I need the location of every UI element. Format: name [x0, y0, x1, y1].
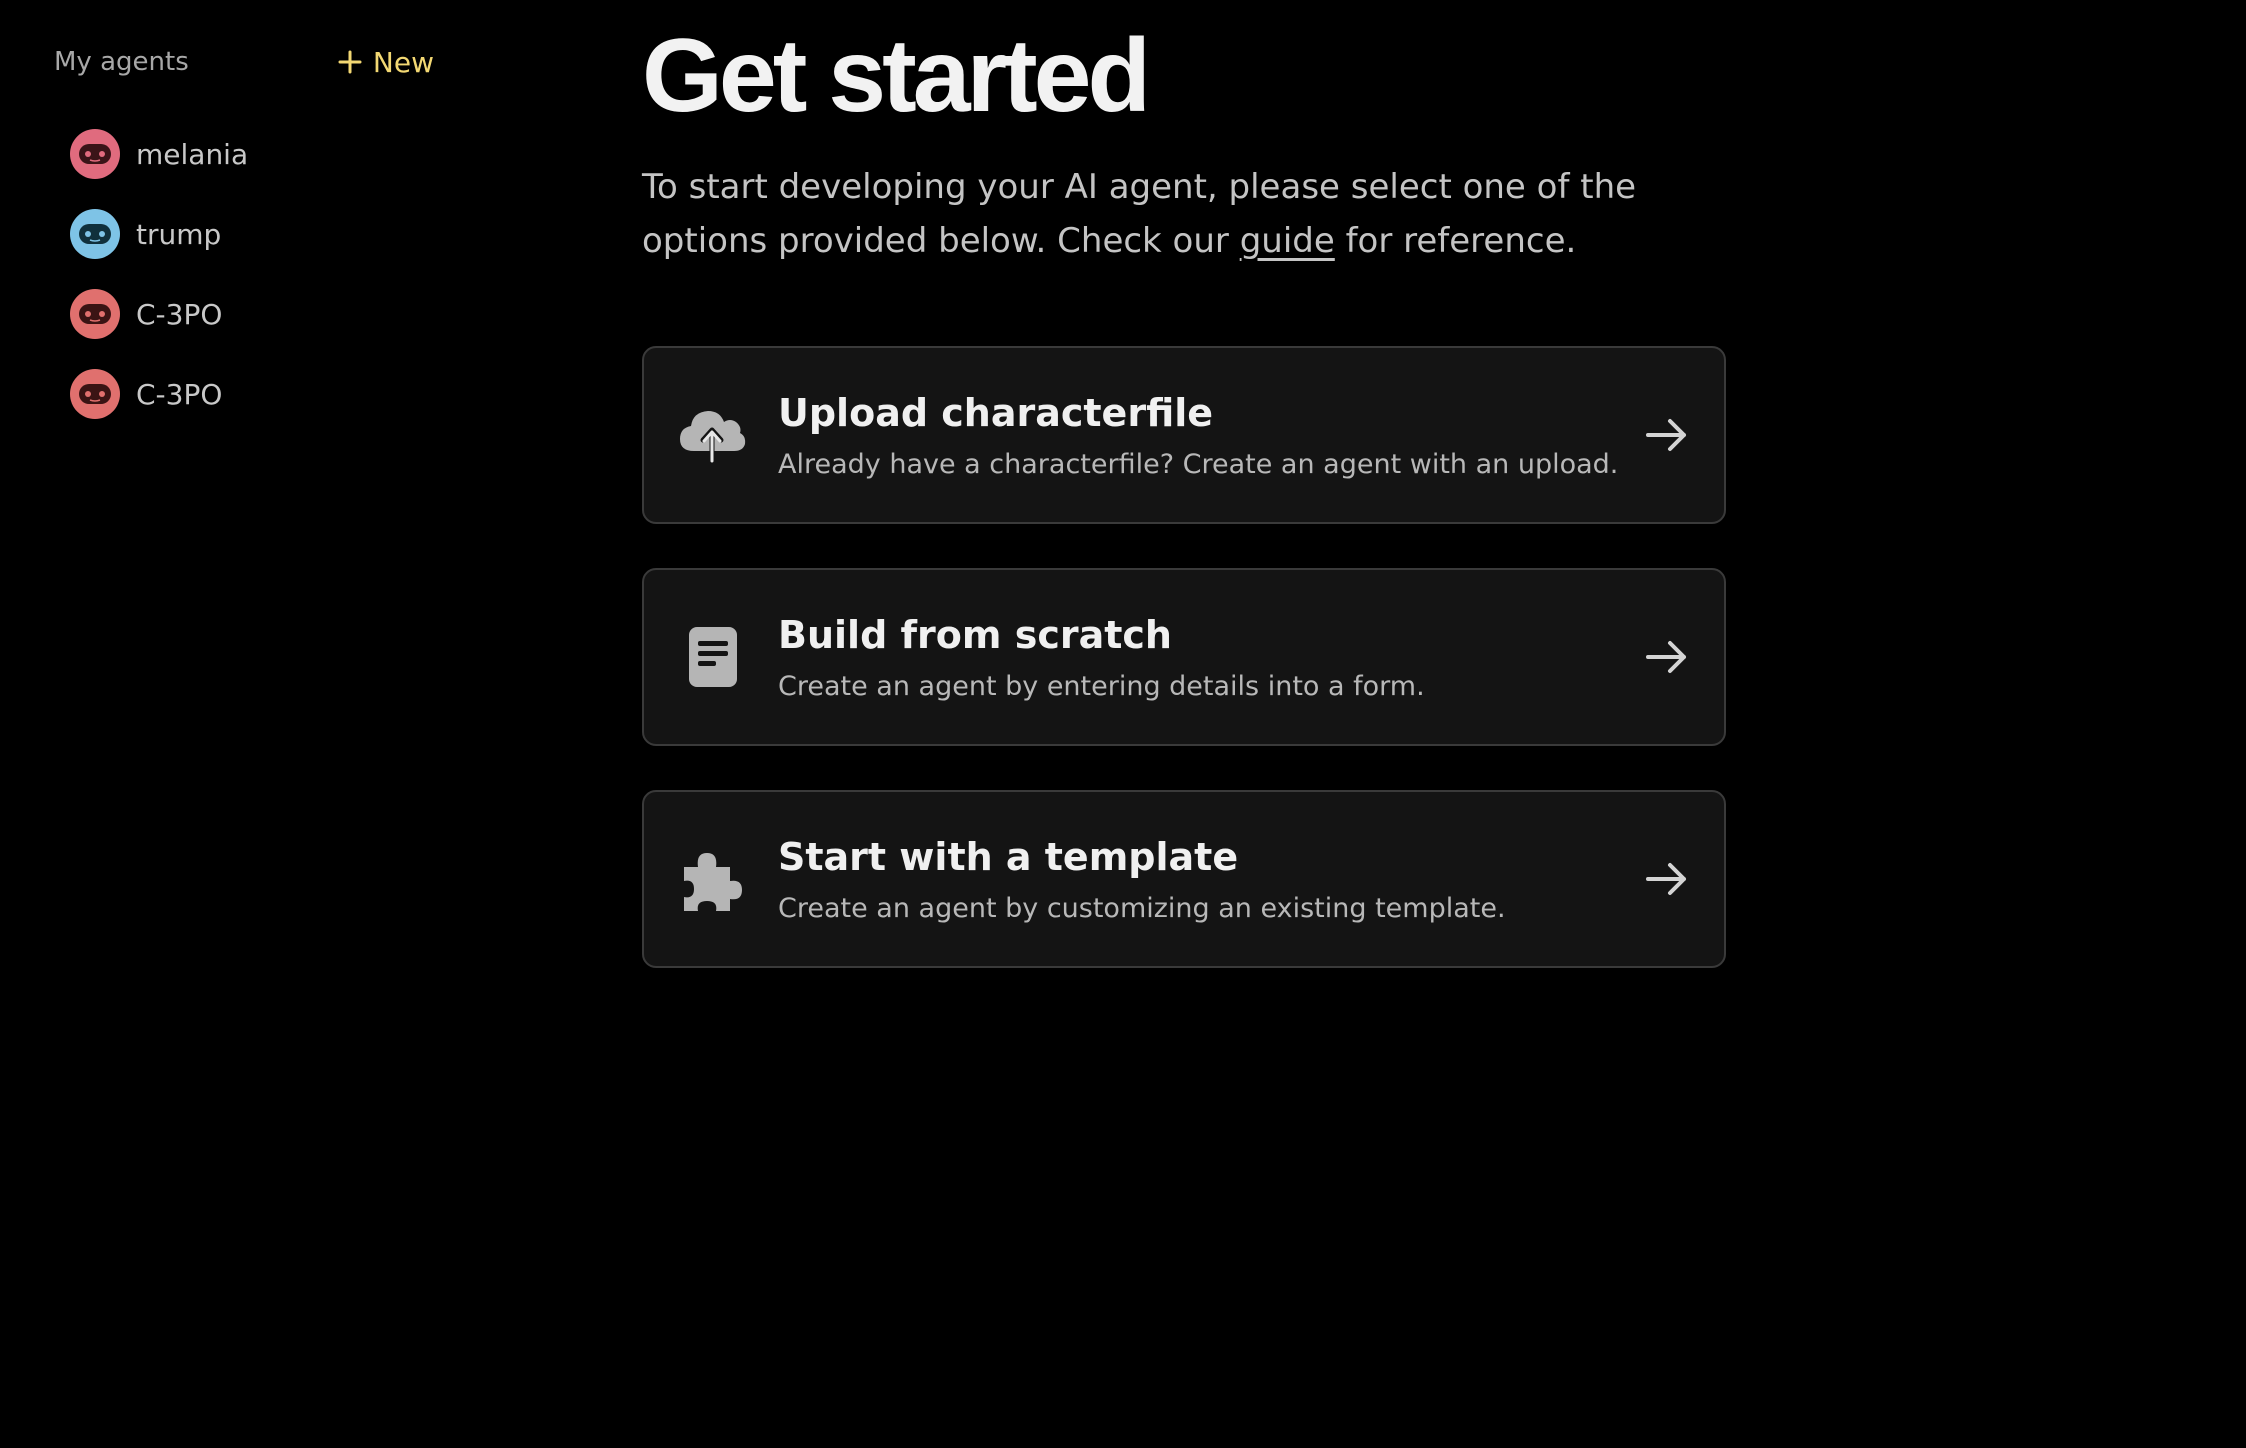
sidebar-title: My agents [54, 47, 189, 77]
upload-characterfile-card[interactable]: Upload characterfile Already have a char… [642, 346, 1726, 524]
agent-name: C-3PO [136, 377, 223, 411]
agent-list: melania trump C-3PO C-3PO [70, 114, 248, 434]
arrow-right-icon [1642, 854, 1692, 904]
card-description: Create an agent by customizing an existi… [778, 892, 1506, 924]
card-title: Start with a template [778, 834, 1239, 879]
agent-item-c3po-2[interactable]: C-3PO [70, 354, 248, 434]
agent-name: melania [136, 137, 249, 171]
new-agent-label: New [372, 45, 434, 79]
guide-link[interactable]: guide [1240, 221, 1335, 261]
sidebar-header: My agents New [54, 42, 434, 82]
puzzle-icon [676, 843, 748, 915]
card-description: Already have a characterfile? Create an … [778, 448, 1619, 480]
robot-face-icon [70, 209, 120, 259]
card-title: Upload characterfile [778, 390, 1214, 435]
plus-icon [337, 49, 363, 75]
agent-item-c3po[interactable]: C-3PO [70, 274, 248, 354]
arrow-right-icon [1642, 410, 1692, 460]
arrow-right-icon [1642, 632, 1692, 682]
document-icon [676, 621, 748, 693]
agent-name: trump [136, 217, 222, 251]
robot-face-icon [70, 289, 120, 339]
agent-item-trump[interactable]: trump [70, 194, 248, 274]
build-from-scratch-card[interactable]: Build from scratch Create an agent by en… [642, 568, 1726, 746]
robot-face-icon [70, 369, 120, 419]
intro-text-end: for reference. [1334, 221, 1577, 261]
card-title: Build from scratch [778, 612, 1172, 657]
robot-face-icon [70, 129, 120, 179]
option-cards: Upload characterfile Already have a char… [642, 346, 1726, 1012]
cloud-upload-icon [676, 399, 748, 471]
sidebar: My agents New melania trump C-3PO C-3PO [0, 0, 470, 1448]
agent-item-melania[interactable]: melania [70, 114, 248, 194]
new-agent-button[interactable]: New [337, 46, 434, 79]
page-title: Get started [642, 18, 1151, 134]
start-with-template-card[interactable]: Start with a template Create an agent by… [642, 790, 1726, 968]
card-description: Create an agent by entering details into… [778, 670, 1425, 702]
intro-text: To start developing your AI agent, pleas… [642, 160, 1642, 268]
agent-name: C-3PO [136, 297, 223, 331]
